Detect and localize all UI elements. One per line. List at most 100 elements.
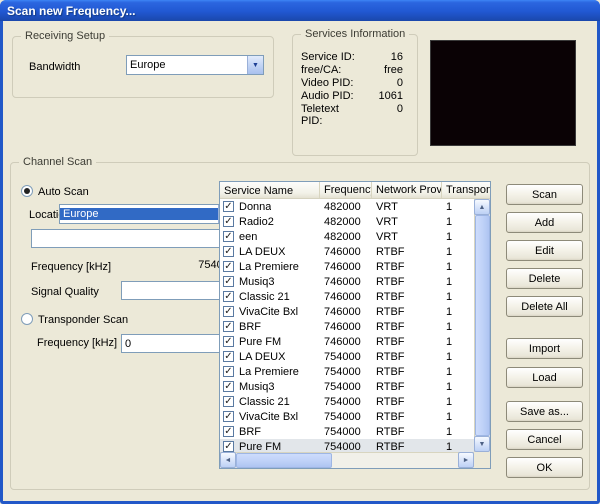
- cell-network-provider: RTBF: [372, 321, 442, 333]
- cell-network-provider: RTBF: [372, 381, 442, 393]
- scroll-up-icon[interactable]: ▲: [474, 199, 490, 215]
- cell-network-provider: VRT: [372, 231, 442, 243]
- table-row[interactable]: ✓Pure FM754000RTBF1: [220, 439, 474, 452]
- table-row[interactable]: ✓La Premiere746000RTBF1: [220, 259, 474, 274]
- col-network-provider[interactable]: Network Provider: [372, 182, 442, 198]
- cell-frequency: 754000: [320, 366, 372, 378]
- cell-service-name: ✓Radio2: [220, 216, 320, 228]
- service-checkbox[interactable]: ✓: [223, 216, 234, 227]
- add-button[interactable]: Add: [506, 212, 583, 233]
- scan-button[interactable]: Scan: [506, 184, 583, 205]
- horizontal-scroll-thumb[interactable]: [236, 453, 332, 468]
- scroll-down-icon[interactable]: ▼: [474, 436, 490, 452]
- table-header: Service Name Frequency Network Provider …: [220, 182, 490, 199]
- teletext-pid-label: Teletext PID:: [301, 103, 363, 116]
- service-checkbox[interactable]: ✓: [223, 396, 234, 407]
- cell-service-name: ✓Musiq3: [220, 381, 320, 393]
- video-pid-row: Video PID: 0: [301, 77, 407, 90]
- service-checkbox[interactable]: ✓: [223, 441, 234, 452]
- service-checkbox[interactable]: ✓: [223, 231, 234, 242]
- scroll-right-icon[interactable]: ►: [458, 452, 474, 468]
- cell-transponder: 1: [442, 396, 474, 408]
- cell-service-name: ✓LA DEUX: [220, 351, 320, 363]
- cell-transponder: 1: [442, 201, 474, 213]
- cell-frequency: 746000: [320, 246, 372, 258]
- cell-network-provider: RTBF: [372, 441, 442, 453]
- cell-frequency: 746000: [320, 276, 372, 288]
- service-checkbox[interactable]: ✓: [223, 321, 234, 332]
- cell-frequency: 746000: [320, 336, 372, 348]
- table-row[interactable]: ✓Radio2482000VRT1: [220, 214, 474, 229]
- table-row[interactable]: ✓BRF754000RTBF1: [220, 424, 474, 439]
- table-row[interactable]: ✓Pure FM746000RTBF1: [220, 334, 474, 349]
- import-button[interactable]: Import: [506, 338, 583, 359]
- table-row[interactable]: ✓Musiq3746000RTBF1: [220, 274, 474, 289]
- cell-service-name: ✓La Premiere: [220, 366, 320, 378]
- service-checkbox[interactable]: ✓: [223, 306, 234, 317]
- auto-scan-radio[interactable]: [21, 185, 33, 197]
- service-checkbox[interactable]: ✓: [223, 246, 234, 257]
- table-row[interactable]: ✓Classic 21754000RTBF1: [220, 394, 474, 409]
- service-checkbox[interactable]: ✓: [223, 201, 234, 212]
- service-checkbox[interactable]: ✓: [223, 426, 234, 437]
- scroll-left-icon[interactable]: ◄: [220, 452, 236, 468]
- load-button[interactable]: Load: [506, 367, 583, 388]
- service-checkbox[interactable]: ✓: [223, 381, 234, 392]
- cell-transponder: 1: [442, 306, 474, 318]
- cancel-button[interactable]: Cancel: [506, 429, 583, 450]
- table-row[interactable]: ✓VivaCite Bxl754000RTBF1: [220, 409, 474, 424]
- transponder-scan-label: Transponder Scan: [38, 314, 128, 326]
- transponder-frequency-input[interactable]: [121, 334, 235, 353]
- transponder-scan-radio[interactable]: [21, 313, 33, 325]
- location-input[interactable]: [31, 229, 235, 248]
- table-row[interactable]: ✓BRF746000RTBF1: [220, 319, 474, 334]
- location-dropdown[interactable]: Europe ▼: [59, 204, 235, 224]
- vertical-scrollbar[interactable]: ▲ ▼: [474, 199, 490, 452]
- table-row[interactable]: ✓Musiq3754000RTBF1: [220, 379, 474, 394]
- table-row[interactable]: ✓een482000VRT1: [220, 229, 474, 244]
- bandwidth-dropdown[interactable]: Europe ▼: [126, 55, 264, 75]
- table-row[interactable]: ✓LA DEUX746000RTBF1: [220, 244, 474, 259]
- cell-network-provider: RTBF: [372, 246, 442, 258]
- table-row[interactable]: ✓LA DEUX754000RTBF1: [220, 349, 474, 364]
- service-checkbox[interactable]: ✓: [223, 366, 234, 377]
- service-checkbox[interactable]: ✓: [223, 261, 234, 272]
- table-row[interactable]: ✓La Premiere754000RTBF1: [220, 364, 474, 379]
- save-as-button[interactable]: Save as...: [506, 401, 583, 422]
- frequency-value: 754000: [121, 259, 235, 271]
- delete-all-button[interactable]: Delete All: [506, 296, 583, 317]
- service-checkbox[interactable]: ✓: [223, 351, 234, 362]
- table-row[interactable]: ✓Classic 21746000RTBF1: [220, 289, 474, 304]
- service-checkbox[interactable]: ✓: [223, 336, 234, 347]
- cell-transponder: 1: [442, 261, 474, 273]
- cell-network-provider: RTBF: [372, 291, 442, 303]
- col-transponder[interactable]: Transponder: [442, 182, 490, 198]
- cell-network-provider: RTBF: [372, 396, 442, 408]
- titlebar[interactable]: Scan new Frequency...: [0, 0, 600, 21]
- cell-transponder: 1: [442, 246, 474, 258]
- delete-button[interactable]: Delete: [506, 268, 583, 289]
- services-information-legend: Services Information: [301, 28, 409, 40]
- col-service-name[interactable]: Service Name: [220, 182, 320, 198]
- service-checkbox[interactable]: ✓: [223, 276, 234, 287]
- cell-network-provider: RTBF: [372, 336, 442, 348]
- table-row[interactable]: ✓Donna482000VRT1: [220, 199, 474, 214]
- cell-transponder: 1: [442, 231, 474, 243]
- cell-transponder: 1: [442, 381, 474, 393]
- horizontal-scrollbar[interactable]: ◄ ►: [220, 452, 474, 468]
- free-ca-value: free: [363, 64, 407, 77]
- cell-frequency: 482000: [320, 231, 372, 243]
- signal-quality-input[interactable]: [121, 281, 235, 300]
- table-row[interactable]: ✓VivaCite Bxl746000RTBF1: [220, 304, 474, 319]
- vertical-scroll-thumb[interactable]: [475, 215, 490, 436]
- col-frequency[interactable]: Frequency: [320, 182, 372, 198]
- ok-button[interactable]: OK: [506, 457, 583, 478]
- edit-button[interactable]: Edit: [506, 240, 583, 261]
- chevron-down-icon[interactable]: ▼: [247, 56, 263, 74]
- teletext-pid-value: 0: [363, 103, 407, 116]
- service-checkbox[interactable]: ✓: [223, 291, 234, 302]
- cell-network-provider: RTBF: [372, 426, 442, 438]
- service-checkbox[interactable]: ✓: [223, 411, 234, 422]
- audio-pid-value: 1061: [363, 90, 407, 103]
- cell-transponder: 1: [442, 351, 474, 363]
